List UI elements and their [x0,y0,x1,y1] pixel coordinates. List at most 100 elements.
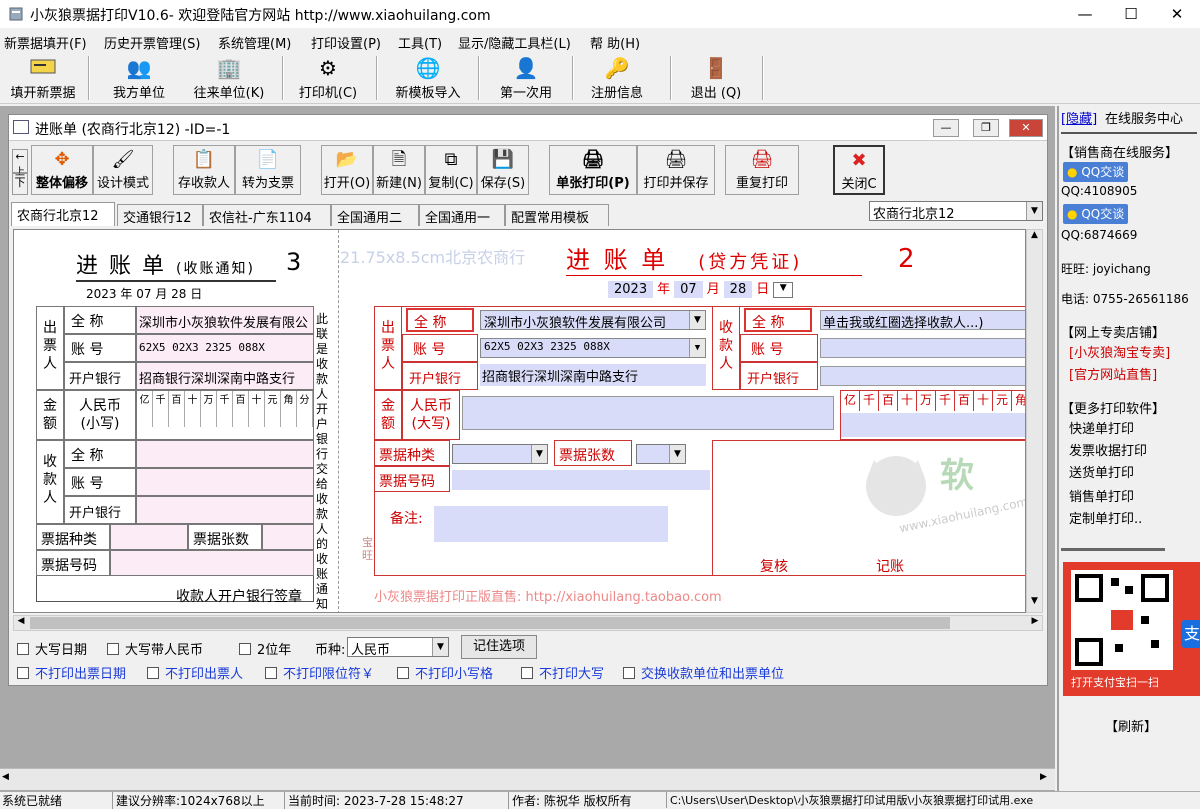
design-mode-button[interactable]: 🖌 设计模式 [93,145,153,195]
left-drawer-bank[interactable]: 招商银行深圳深南中路支行 [136,362,314,390]
left-payee-bank[interactable] [136,496,314,524]
qq-chat-button-2[interactable]: ● QQ交谈 [1063,204,1129,224]
left-bill-type[interactable] [110,524,188,550]
tab-nongshang-beijing[interactable]: 农商行北京12 [11,202,115,226]
menu-toggle-toolbar[interactable]: 显示/隐藏工具栏(L) [458,33,571,52]
left-drawer-account[interactable]: 62X5 02X3 2325 088X [136,334,314,362]
scroll-thumb[interactable] [30,617,950,629]
right-payee-name[interactable]: 单击我或红圈选择收款人...) [820,310,1025,330]
save-button[interactable]: 💾 保存(S) [477,145,529,195]
left-payee-account[interactable] [136,468,314,496]
menu-tools[interactable]: 工具(T) [398,33,442,52]
tab-nongxinshe[interactable]: 农信社-广东1104 [203,204,331,226]
right-bill-count[interactable]: ▼ [636,444,686,464]
minimize-button[interactable]: — [1062,0,1108,28]
taobao-link[interactable]: [小灰狼淘宝专卖] [1069,342,1170,361]
soft-link-express[interactable]: 快递单打印 [1069,418,1134,437]
right-bill-no[interactable] [452,470,710,490]
scroll-left-icon[interactable]: ◀ [14,616,28,630]
menu-print-settings[interactable]: 打印设置(P) [311,33,381,52]
soft-link-custom[interactable]: 定制单打印.. [1069,508,1142,527]
scroll-down-icon[interactable]: ▼ [1027,596,1042,612]
right-remark[interactable] [434,506,668,542]
nav-up-button[interactable]: ← 上 [12,149,28,178]
right-payee-fullname-label[interactable]: 全 称 [744,308,812,332]
right-payee-account[interactable] [820,338,1025,358]
right-drawer-name[interactable]: 深圳市小灰狼软件发展有限公司 ▼ [480,310,706,330]
nav-down-button[interactable]: 下 [12,173,28,195]
opt-no-print-drawer[interactable]: 不打印出票人 [147,663,243,682]
new-button[interactable]: 🗎 新建(N) [373,145,425,195]
left-bill-count[interactable] [262,524,314,550]
soft-link-sales[interactable]: 销售单打印 [1069,486,1134,505]
child-close-button[interactable]: ✕ [1009,119,1043,137]
opt-no-print-date[interactable]: 不打印出票日期 [17,663,126,682]
scroll-up-icon[interactable]: ▲ [1027,230,1042,246]
child-minimize-button[interactable]: — [933,119,959,137]
soft-link-invoice[interactable]: 发票收据打印 [1069,440,1147,459]
opt-swap-parties[interactable]: 交换收款单位和出票单位 [623,663,784,682]
opt-uppercase-rmb[interactable]: 大写带人民币 [107,639,203,658]
single-print-button[interactable]: 🖨 单张打印(P) [549,145,637,195]
menu-history[interactable]: 历史开票管理(S) [104,33,200,52]
left-payee-name[interactable] [136,440,314,468]
to-check-button[interactable]: 📄 转为支票 [235,145,301,195]
offset-button[interactable]: ✥ 整体偏移 [31,145,93,195]
scroll-right-icon[interactable]: ▶ [1028,616,1042,630]
menu-system[interactable]: 系统管理(M) [218,33,291,52]
opt-uppercase-date[interactable]: 大写日期 [17,639,87,658]
tab-national-2[interactable]: 全国通用二 [331,204,419,226]
tab-common-templates[interactable]: 配置常用模板 [505,204,609,226]
maximize-button[interactable]: ☐ [1108,0,1154,28]
exit-button[interactable]: 🚪 退出 (Q) [688,54,744,102]
save-payee-button[interactable]: 📋 存收款人 [173,145,235,195]
open-button[interactable]: 📂 打开(O) [321,145,373,195]
close-button[interactable]: ✕ [1154,0,1200,28]
form-horizontal-scrollbar[interactable]: ◀ ▶ [13,615,1043,631]
opt-no-print-small[interactable]: 不打印小写格 [397,663,493,682]
opt-no-print-symbol[interactable]: 不打印限位符￥ [265,663,374,682]
menu-new-bill[interactable]: 新票据填开(F) [4,33,87,52]
left-bill-no[interactable] [110,550,314,576]
menu-help[interactable]: 帮 助(H) [590,33,640,52]
scroll-left-icon[interactable]: ◀ [2,772,9,782]
left-bill-type-label: 票据种类 [36,524,110,550]
my-company-button[interactable]: 👥 我方单位 [104,54,174,102]
right-drawer-account[interactable]: 62X5 02X3 2325 088X ▼ [480,338,706,358]
tab-jiaotong[interactable]: 交通银行12 [117,204,203,226]
right-payee-bank[interactable] [820,366,1025,386]
currency-select[interactable]: 人民币 ▼ [347,637,449,657]
soft-link-delivery[interactable]: 送货单打印 [1069,462,1134,481]
child-restore-button[interactable]: ❐ [973,119,999,137]
copy-button[interactable]: ⧉ 复制(C) [425,145,477,195]
qq-chat-button-1[interactable]: ● QQ交谈 [1063,162,1129,182]
print-save-button[interactable]: 🖨 打印并保存 [637,145,715,195]
right-bill-type[interactable]: ▼ [452,444,548,464]
tab-national-1[interactable]: 全国通用一 [419,204,505,226]
opt-two-digit-year[interactable]: 2位年 [239,639,291,658]
left-drawer-name[interactable]: 深圳市小灰狼软件发展有限公 [136,306,314,334]
register-button[interactable]: 🔑 注册信息 [584,54,650,102]
official-site-link[interactable]: [官方网站直售] [1069,364,1157,383]
first-use-button[interactable]: 👤 第一次用 [494,54,558,102]
partner-button[interactable]: 🏢 往来单位(K) [186,54,272,102]
refresh-link[interactable]: 【刷新】 [1105,716,1157,735]
alipay-qr-card[interactable]: 打开支付宝扫一扫 支 [1063,562,1200,696]
date-dropdown-icon[interactable]: ▼ [773,281,794,298]
right-digit-fill[interactable] [841,413,1025,437]
new-bill-button[interactable]: 填开新票据 [4,54,82,102]
right-fullname-label[interactable]: 全 称 [406,308,474,332]
opt-no-print-big[interactable]: 不打印大写 [521,663,604,682]
close-form-button[interactable]: ✖ 关闭C [833,145,885,195]
import-template-button[interactable]: 🌐 新模板导入 [388,54,468,102]
workspace-scrollbar[interactable]: ◀ ▶ [0,768,1055,790]
reprint-button[interactable]: 🖨 重复打印 [725,145,799,195]
template-select[interactable]: 农商行北京12 ▼ [869,201,1043,221]
right-amount-words[interactable] [462,396,834,430]
printer-button[interactable]: ⚙ 打印机(C) [294,54,362,102]
scroll-right-icon[interactable]: ▶ [1040,772,1047,782]
right-drawer-bank[interactable]: 招商银行深圳深南中路支行 [480,364,706,386]
hide-panel-link[interactable]: [隐藏] [1061,108,1097,127]
remember-options-button[interactable]: 记住选项 [461,635,537,659]
form-vertical-scrollbar[interactable]: ▲ ▼ [1026,229,1043,613]
